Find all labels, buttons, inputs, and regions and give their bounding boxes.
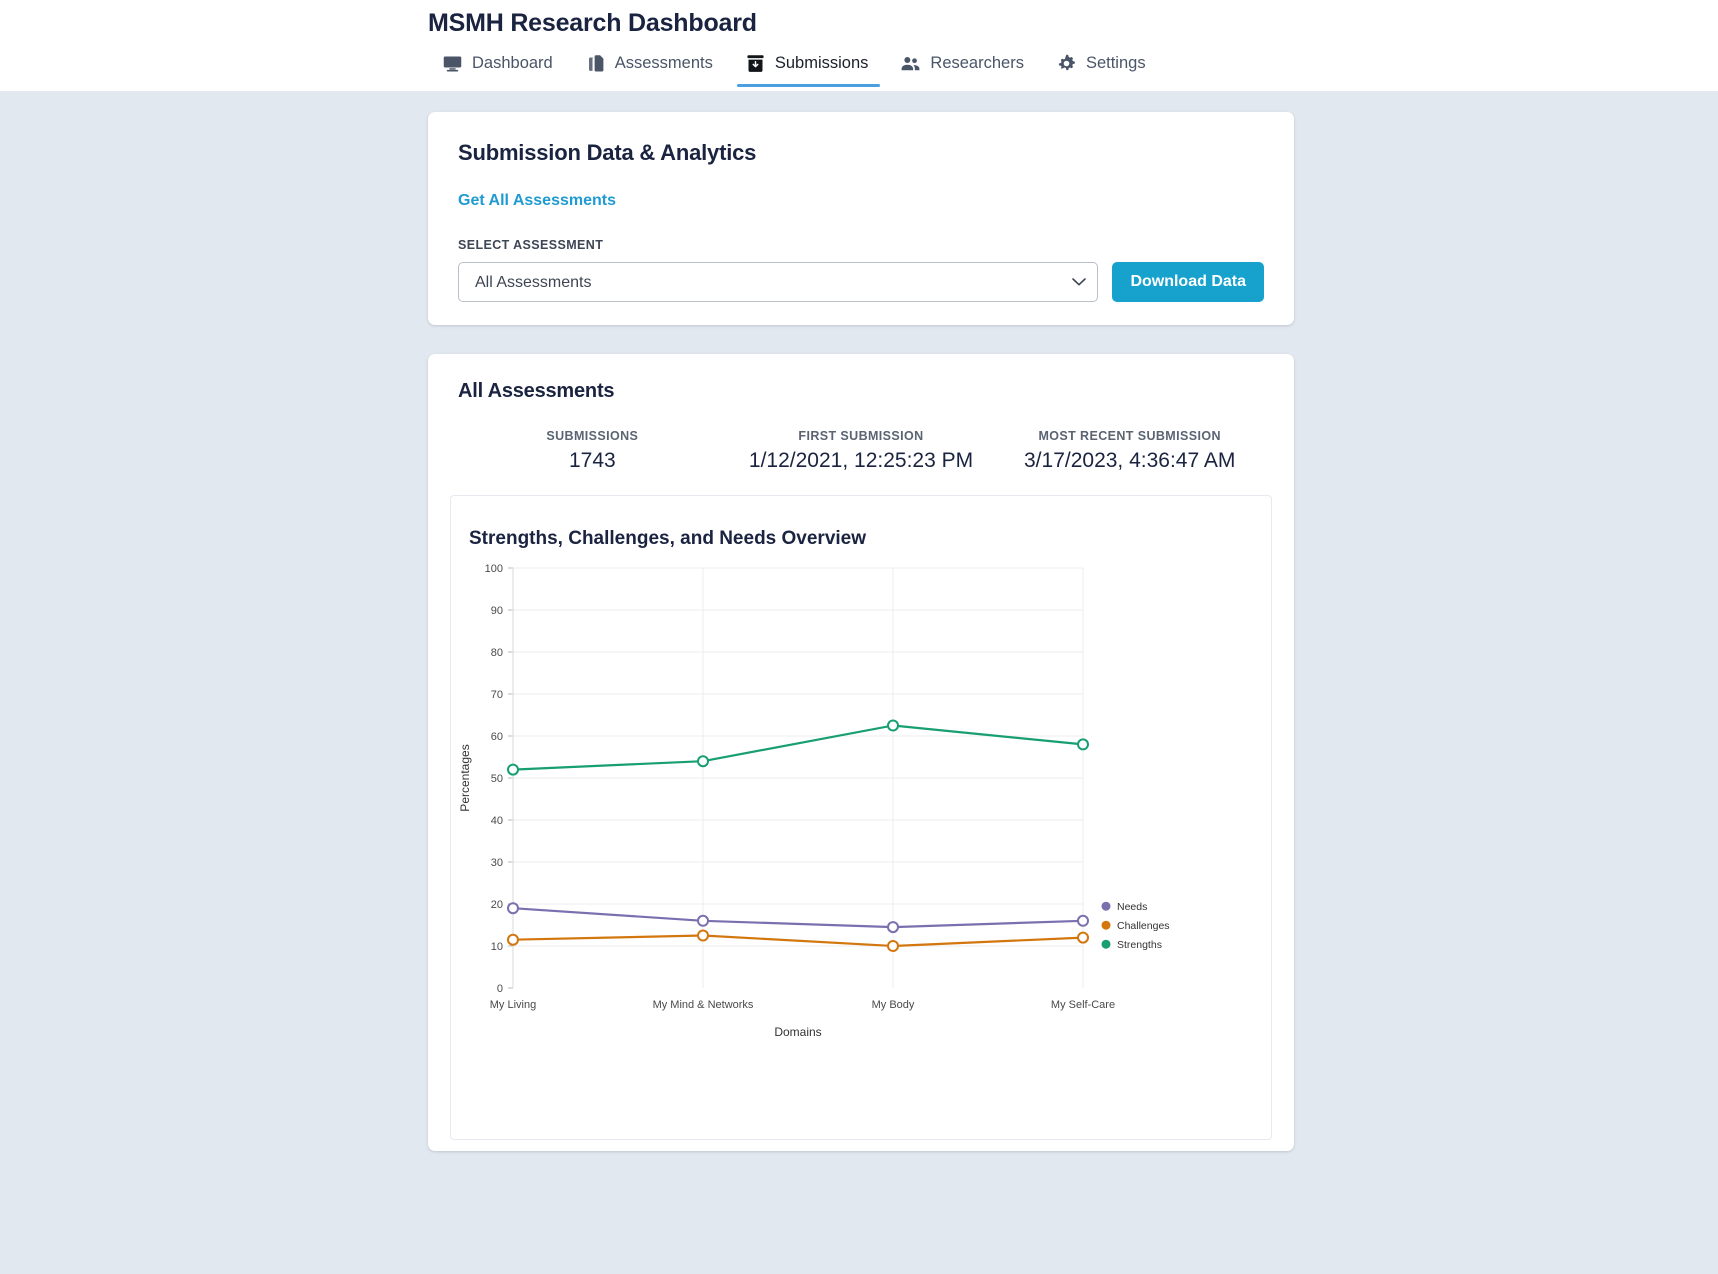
controls-card-title: Submission Data & Analytics	[458, 140, 757, 165]
stat-value: 1743	[568, 449, 616, 472]
nav-tab-label: Dashboard	[472, 54, 553, 72]
y-tick-label: 50	[491, 773, 503, 785]
stat-label: MOST RECENT SUBMISSION	[1038, 429, 1221, 443]
nav-tab-label: Assessments	[614, 54, 713, 72]
legend-swatch-needs	[1101, 901, 1111, 911]
assessment-select[interactable]: All Assessments	[458, 262, 1099, 302]
legend-label-challenges: Challenges	[1117, 920, 1170, 932]
chart-title: Strengths, Challenges, and Needs Overvie…	[469, 528, 867, 549]
series-line-needs	[511, 907, 1085, 929]
data-point-challenges[interactable]	[507, 933, 519, 946]
data-point-strengths[interactable]	[887, 719, 899, 732]
stat-label: FIRST SUBMISSION	[798, 429, 924, 443]
monitor-icon	[442, 53, 463, 74]
summary-stats: SUBMISSIONS 1743 FIRST SUBMISSION 1/12/2021…	[450, 429, 1272, 473]
select-assessment-label: SELECT ASSESSMENT	[458, 238, 604, 252]
results-card-title: All Assessments	[458, 380, 615, 402]
download-data-button[interactable]: Download Data	[1112, 262, 1264, 302]
legend-label-needs: Needs	[1117, 901, 1147, 913]
y-tick-label: 40	[491, 815, 503, 827]
y-tick-label: 10	[491, 941, 503, 953]
stat-value: 1/12/2021, 12:25:23 PM	[748, 449, 974, 472]
stat-block: SUBMISSIONS 1743	[458, 429, 727, 473]
data-point-needs[interactable]	[1077, 914, 1089, 927]
stat-label: SUBMISSIONS	[546, 429, 639, 443]
y-tick-label: 100	[485, 563, 503, 575]
data-point-needs[interactable]	[887, 921, 899, 934]
series-line-challenges	[511, 934, 1085, 948]
nav-tab-dashboard[interactable]: Dashboard	[428, 48, 571, 87]
nav-tab-label: Settings	[1085, 54, 1146, 72]
get-all-assessments-link[interactable]: Get All Assessments	[458, 192, 616, 210]
data-point-challenges[interactable]	[887, 940, 899, 952]
y-tick-label: 60	[491, 731, 503, 743]
y-tick-label: 70	[491, 689, 503, 701]
y-tick-label: 90	[491, 605, 503, 617]
data-point-strengths[interactable]	[697, 755, 709, 768]
legend-swatch-strengths	[1101, 939, 1111, 949]
data-point-needs[interactable]	[507, 902, 519, 915]
legend-swatch-challenges	[1101, 920, 1111, 930]
y-tick-label: 80	[491, 647, 503, 659]
stat-value: 3/17/2023, 4:36:47 AM	[1024, 449, 1236, 472]
nav-tab-researchers[interactable]: Researchers	[886, 48, 1042, 87]
x-tick-label: My Body	[872, 999, 915, 1011]
y-tick-label: 20	[491, 899, 503, 911]
nav-tab-assessments[interactable]: Assessments	[571, 48, 731, 87]
data-point-challenges[interactable]	[697, 929, 709, 942]
chart-svg: 0 10 20 30 40 50 60 70 80 90 100 My Living My Mind &…	[458, 563, 1170, 1039]
x-tick-label: My Self-Care	[1051, 999, 1115, 1011]
legend-label-strengths: Strengths	[1117, 939, 1162, 951]
nav-tab-submissions[interactable]: Submissions	[731, 48, 887, 87]
stat-block: FIRST SUBMISSION 1/12/2021, 12:25:23 PM	[727, 429, 996, 473]
results-card: All Assessments SUBMISSIONS 1743 FIRST SUB…	[428, 354, 1294, 1151]
data-point-strengths[interactable]	[507, 763, 519, 776]
chart-panel: Strengths, Challenges, and Needs Overvie…	[450, 495, 1272, 1140]
documents-icon	[585, 53, 606, 74]
y-axis-title: Percentages	[458, 744, 472, 811]
gear-icon	[1056, 53, 1077, 74]
nav-tab-label: Researchers	[930, 54, 1024, 72]
assessment-select-wrapper: All Assessments	[458, 262, 1099, 302]
page-title: MSMH Research Dashboard	[428, 9, 757, 37]
data-point-challenges[interactable]	[1077, 931, 1089, 944]
stat-block: MOST RECENT SUBMISSION 3/17/2023, 4:36:47…	[995, 429, 1264, 473]
x-tick-label: My Mind & Networks	[653, 999, 754, 1011]
nav-tab-label: Submissions	[774, 54, 869, 72]
app-header: MSMH Research Dashboard Dashboard Assessm…	[0, 0, 1718, 92]
data-point-strengths[interactable]	[1077, 738, 1089, 751]
people-icon	[900, 53, 921, 74]
series-line-strengths	[511, 724, 1085, 771]
submission-controls-card: Submission Data & Analytics Get All Asse…	[428, 112, 1294, 325]
main-navigation: Dashboard Assessments Submissions Researche…	[428, 48, 1718, 87]
x-tick-label: My Living	[490, 999, 536, 1011]
x-axis-title: Domains	[774, 1025, 821, 1039]
data-point-needs[interactable]	[697, 914, 709, 927]
inbox-download-icon	[745, 53, 766, 74]
y-tick-label: 30	[491, 857, 503, 869]
y-tick-label: 0	[497, 983, 503, 995]
line-chart: 0 10 20 30 40 50 60 70 80 90 100 My Living My Mind &…	[451, 550, 1271, 1070]
nav-tab-settings[interactable]: Settings	[1042, 48, 1164, 87]
